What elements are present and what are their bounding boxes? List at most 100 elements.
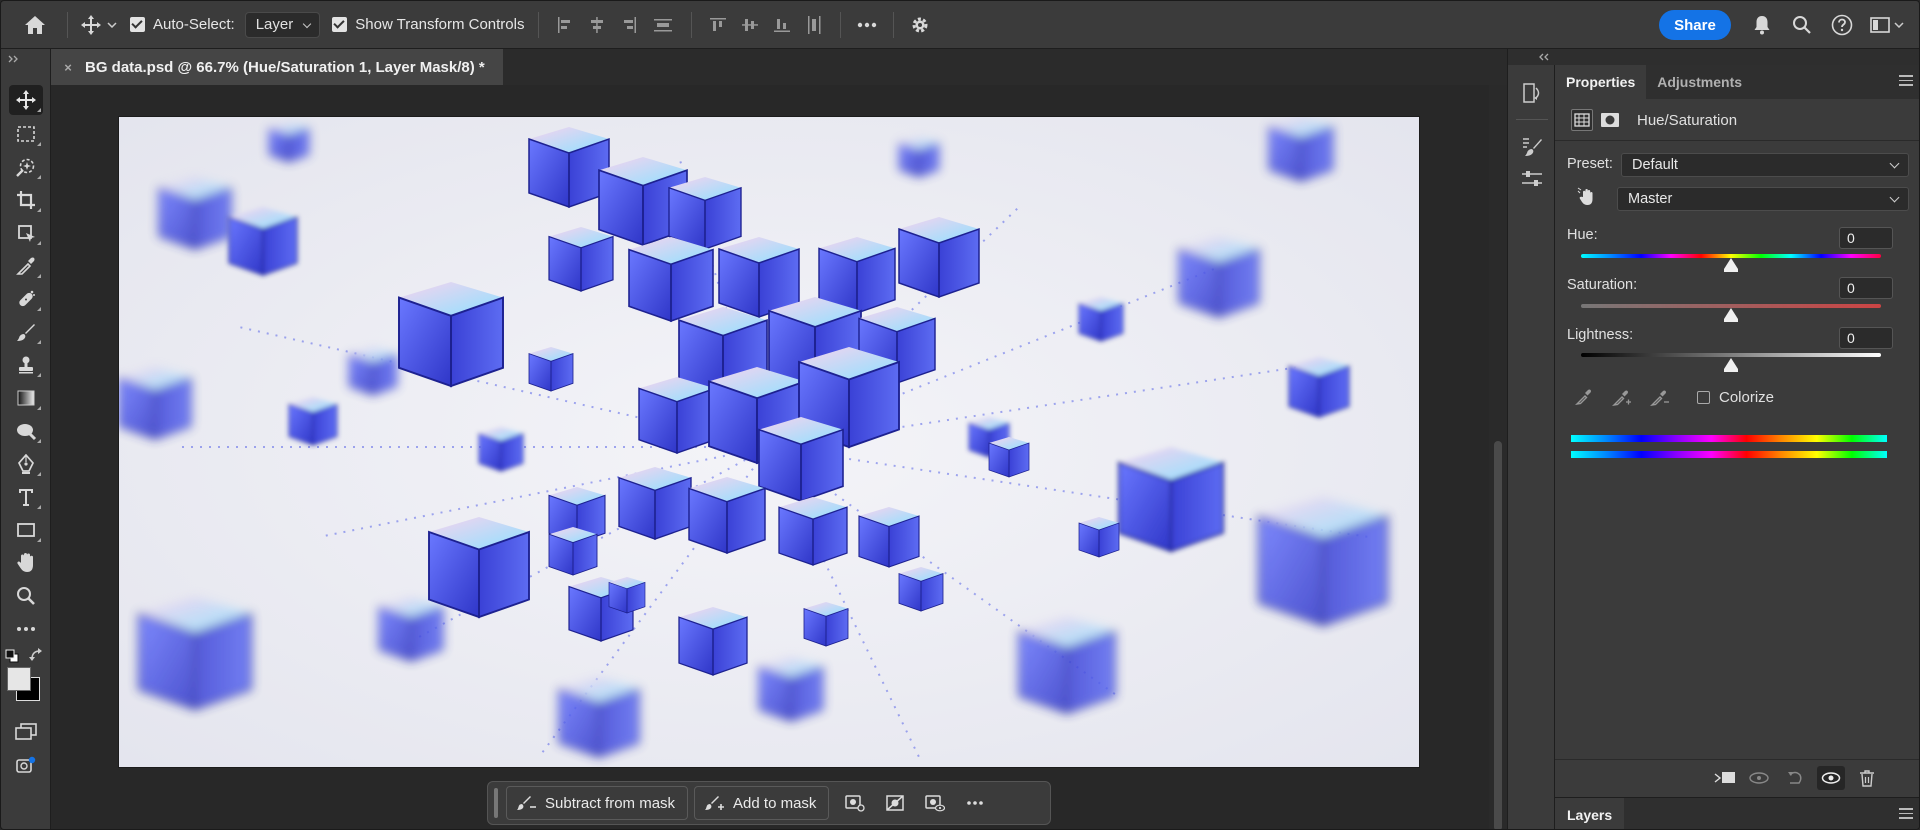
add-to-sample-button[interactable] bbox=[1611, 385, 1633, 409]
double-chevron-left-icon[interactable] bbox=[1538, 52, 1550, 62]
close-icon[interactable]: × bbox=[61, 60, 75, 75]
quick-mask-button[interactable] bbox=[9, 751, 43, 781]
disable-mask-button[interactable] bbox=[875, 786, 915, 820]
channel-dropdown[interactable]: Master bbox=[1617, 187, 1909, 211]
layers-menu-button[interactable] bbox=[1899, 808, 1913, 820]
move-tool-preset-button[interactable] bbox=[78, 10, 104, 40]
workspace-dropdown[interactable] bbox=[1891, 13, 1907, 37]
workspace-button[interactable] bbox=[1867, 13, 1893, 37]
tab-adjustments[interactable]: Adjustments bbox=[1646, 65, 1753, 99]
mask-options-button[interactable] bbox=[835, 786, 875, 820]
collapse-toolbar-button[interactable] bbox=[7, 51, 27, 63]
eyedropper-tool[interactable] bbox=[9, 251, 43, 281]
eyedropper-button[interactable] bbox=[1573, 385, 1595, 409]
hue-input[interactable]: 0 bbox=[1839, 227, 1893, 249]
align-left-icon bbox=[558, 16, 571, 33]
document-tab[interactable]: × BG data.psd @ 66.7% (Hue/Saturation 1,… bbox=[51, 49, 503, 85]
zoom-icon bbox=[17, 587, 35, 605]
edit-toolbar-button[interactable] bbox=[9, 614, 43, 644]
pen-tool[interactable] bbox=[9, 449, 43, 479]
subtract-from-mask-button[interactable]: Subtract from mask bbox=[506, 786, 689, 820]
hue-slider-thumb[interactable] bbox=[1724, 258, 1738, 272]
zoom-tool[interactable] bbox=[9, 581, 43, 611]
align-top-button[interactable] bbox=[702, 10, 734, 40]
swap-colors-button[interactable] bbox=[29, 647, 45, 663]
tab-properties[interactable]: Properties bbox=[1555, 65, 1647, 99]
show-transform-checkbox[interactable] bbox=[332, 17, 348, 32]
default-colors-button[interactable] bbox=[5, 649, 19, 663]
marquee-tool[interactable] bbox=[9, 119, 43, 149]
object-selection-tool[interactable] bbox=[9, 152, 43, 182]
align-center-button[interactable] bbox=[581, 10, 613, 40]
tool-preset-dropdown[interactable] bbox=[104, 10, 120, 40]
lightness-input[interactable]: 0 bbox=[1839, 327, 1893, 349]
lightness-slider-thumb[interactable] bbox=[1724, 358, 1738, 372]
layers-panel-header: Layers bbox=[1555, 797, 1919, 829]
screen-mode-button[interactable] bbox=[9, 717, 43, 747]
settings-button[interactable] bbox=[904, 10, 936, 40]
gradient-tool[interactable] bbox=[9, 383, 43, 413]
view-previous-state-button[interactable] bbox=[1747, 768, 1771, 788]
share-button[interactable]: Share bbox=[1659, 10, 1731, 40]
task-bar-more-button[interactable] bbox=[955, 786, 995, 820]
saturation-slider-thumb[interactable] bbox=[1724, 308, 1738, 322]
colorize-checkbox[interactable] bbox=[1697, 391, 1710, 404]
distribute-vertical-button[interactable] bbox=[645, 10, 681, 40]
auto-select-label: Auto-Select: bbox=[153, 16, 235, 33]
clone-stamp-tool[interactable] bbox=[9, 350, 43, 380]
drag-handle[interactable] bbox=[494, 788, 498, 818]
chevron-down-icon bbox=[1894, 22, 1904, 28]
crop-tool[interactable] bbox=[9, 185, 43, 215]
adjustment-layer-button[interactable] bbox=[1571, 109, 1593, 131]
document-canvas[interactable] bbox=[119, 117, 1419, 767]
move-tool[interactable] bbox=[9, 85, 43, 115]
eyedropper-icon bbox=[1575, 389, 1591, 405]
healing-brush-tool[interactable] bbox=[9, 284, 43, 314]
view-mask-button[interactable] bbox=[915, 786, 955, 820]
add-to-mask-button[interactable]: Add to mask bbox=[694, 786, 830, 820]
dodge-tool[interactable] bbox=[9, 416, 43, 446]
vertical-scrollbar[interactable] bbox=[1489, 85, 1507, 829]
tab-layers[interactable]: Layers bbox=[1555, 798, 1625, 829]
canvas-area[interactable] bbox=[51, 85, 1507, 829]
help-button[interactable] bbox=[1829, 13, 1855, 37]
align-middle-button[interactable] bbox=[734, 10, 766, 40]
eye-icon bbox=[1821, 772, 1841, 784]
delete-layer-button[interactable] bbox=[1855, 768, 1879, 788]
move-icon bbox=[81, 14, 101, 35]
rectangle-tool[interactable] bbox=[9, 515, 43, 545]
search-button[interactable] bbox=[1789, 13, 1815, 37]
align-bottom-button[interactable] bbox=[766, 10, 798, 40]
more-options-button[interactable] bbox=[851, 10, 883, 40]
align-right-button[interactable] bbox=[613, 10, 645, 40]
layer-mask-button[interactable] bbox=[1599, 110, 1621, 130]
move-icon bbox=[16, 90, 36, 110]
panel-menu-button[interactable] bbox=[1899, 75, 1913, 87]
lightness-slider-track[interactable] bbox=[1581, 353, 1881, 357]
align-right-icon bbox=[624, 16, 637, 33]
foreground-color-swatch[interactable] bbox=[7, 667, 31, 691]
adjustments-panel-button[interactable] bbox=[1518, 165, 1546, 193]
saturation-input[interactable]: 0 bbox=[1839, 277, 1893, 299]
distribute-horizontal-button[interactable] bbox=[798, 10, 830, 40]
history-panel-button[interactable] bbox=[1518, 79, 1546, 107]
smudge-icon bbox=[17, 424, 37, 441]
panel-header bbox=[1555, 49, 1919, 65]
brush-settings-button[interactable] bbox=[1518, 133, 1546, 161]
auto-select-checkbox[interactable] bbox=[130, 17, 145, 32]
frame-tool[interactable] bbox=[9, 218, 43, 248]
targeted-adjustment-button[interactable] bbox=[1575, 185, 1599, 209]
scrollbar-thumb[interactable] bbox=[1494, 441, 1502, 829]
reset-adjustment-button[interactable] bbox=[1783, 768, 1807, 788]
auto-select-dropdown[interactable]: Layer bbox=[244, 11, 321, 38]
type-tool[interactable] bbox=[9, 482, 43, 512]
clip-to-layer-button[interactable] bbox=[1713, 768, 1737, 788]
align-left-button[interactable] bbox=[549, 10, 581, 40]
notifications-button[interactable] bbox=[1749, 13, 1775, 37]
hand-tool[interactable] bbox=[9, 548, 43, 578]
brush-tool[interactable] bbox=[9, 317, 43, 347]
preset-dropdown[interactable]: Default bbox=[1621, 153, 1909, 177]
toggle-visibility-button[interactable] bbox=[1817, 766, 1845, 790]
subtract-from-sample-button[interactable] bbox=[1649, 385, 1671, 409]
home-button[interactable] bbox=[15, 5, 55, 45]
